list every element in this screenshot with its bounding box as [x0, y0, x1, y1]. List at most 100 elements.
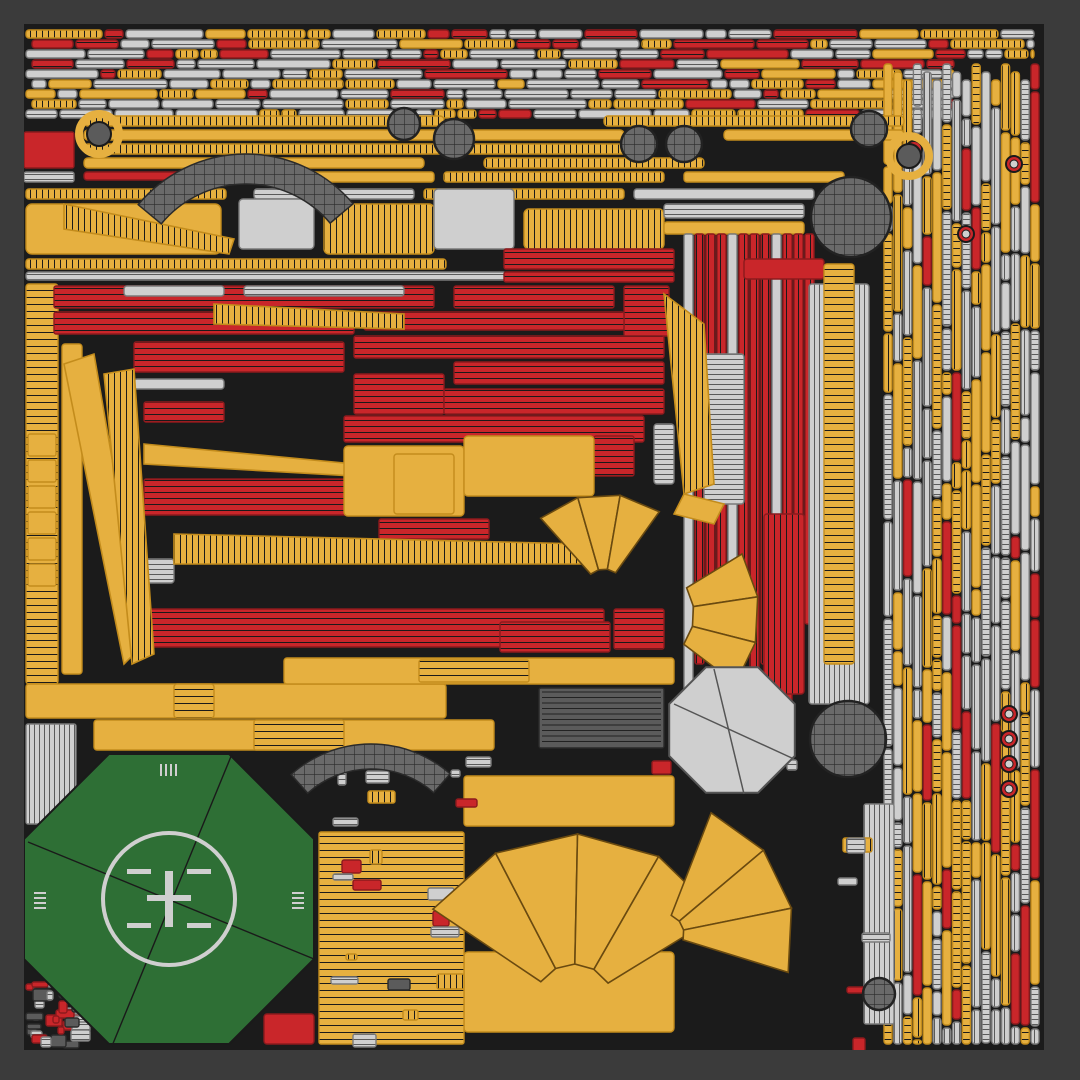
top-part-strip [658, 89, 732, 99]
side-part-strip [951, 625, 962, 730]
top-part-strip [272, 79, 344, 89]
side-part-strip [902, 164, 913, 206]
top-part-strip [151, 39, 215, 49]
gear-hub [1004, 734, 1014, 744]
small-part [837, 877, 858, 886]
top-part-strip [345, 99, 389, 109]
side-part-strip [971, 484, 981, 588]
top-part-strip [25, 49, 86, 59]
side-part-strip [902, 337, 913, 446]
top-part-strip [222, 69, 281, 79]
side-part-strip [981, 183, 991, 231]
side-part-strip [1000, 600, 1011, 690]
small-part [50, 1034, 67, 1048]
side-part-strip [1030, 880, 1040, 985]
side-part-strip [1000, 557, 1011, 599]
side-part-strip [1000, 331, 1011, 407]
runway-light-icon [292, 907, 304, 909]
top-part-strip [216, 39, 247, 49]
red-column [763, 513, 805, 695]
side-part-strip [961, 711, 972, 799]
side-part-strip [932, 938, 942, 990]
uv-layout-canvas [24, 29, 1040, 1050]
small-part [436, 973, 465, 990]
side-part-strip [981, 842, 991, 950]
side-part-strip [902, 796, 913, 844]
mesh-disc [808, 699, 888, 779]
side-part-strip [1010, 872, 1021, 913]
crane-arm [143, 443, 355, 477]
side-part-strip [1030, 486, 1040, 517]
side-part-strip [1010, 253, 1021, 322]
top-part-strip [344, 69, 423, 79]
side-part-strip [932, 793, 942, 885]
top-part-strip [950, 39, 1025, 49]
left-beam [25, 283, 59, 685]
side-part-strip [893, 313, 903, 362]
side-part-strip [922, 669, 932, 723]
top-part-strip [533, 109, 577, 119]
runway-light-icon [34, 902, 46, 904]
top-part-strip [332, 29, 375, 39]
side-part-strip [1000, 282, 1011, 330]
top-part-strip [1004, 49, 1029, 59]
top-part-strip [159, 89, 194, 99]
side-part-strip [961, 531, 972, 612]
runway-light-icon [170, 764, 172, 776]
side-part-strip [1000, 456, 1011, 556]
side-part-strip [971, 126, 981, 206]
white-plate [433, 188, 515, 250]
small-part [365, 770, 390, 784]
side-part-strip [942, 672, 952, 751]
top-part-strip [126, 59, 175, 69]
ring-hub [86, 121, 112, 147]
side-part-strip [932, 659, 942, 691]
top-part-strip [598, 69, 652, 79]
top-part-strip [31, 59, 74, 69]
small-part [64, 1017, 80, 1028]
top-part-strip [396, 79, 432, 89]
side-part-strip [991, 334, 1001, 418]
top-part-strip [79, 89, 158, 99]
top-part-strip [508, 29, 537, 39]
runway-light-icon [292, 897, 304, 899]
top-part-strip [427, 29, 450, 39]
side-part-strip [912, 997, 923, 1038]
top-part-strip [478, 109, 497, 119]
side-part-strip [1000, 1007, 1011, 1045]
side-part-strip [961, 841, 972, 964]
top-part-strip [256, 59, 331, 69]
side-part-strip [883, 333, 893, 393]
side-part-strip [991, 419, 1001, 484]
left-panel [27, 433, 57, 457]
side-part-strip [971, 1009, 981, 1045]
red-hull-panel [503, 248, 675, 270]
top-part-strip [706, 49, 789, 59]
top-part-strip [801, 59, 859, 69]
top-part-strip [446, 89, 464, 99]
top-part-strip [552, 39, 579, 49]
side-part-strip [1030, 330, 1040, 371]
side-part-strip [991, 1009, 1001, 1045]
side-part-strip [1030, 573, 1040, 618]
top-part-strip [780, 89, 816, 99]
red-hull-panel [503, 271, 675, 283]
side-part-strip [1020, 444, 1030, 551]
runway-light-icon [160, 764, 162, 776]
top-part-strip [163, 69, 221, 79]
side-part-strip [922, 802, 932, 880]
gear-hub [1004, 709, 1014, 719]
small-part [57, 1026, 65, 1035]
yellow-strip [683, 171, 845, 183]
top-part-strip [733, 89, 762, 99]
gear-hub [1009, 159, 1019, 169]
side-part-strip [991, 854, 1001, 977]
side-part-strip [951, 462, 962, 489]
side-part-strip [893, 767, 903, 821]
top-part-strip [309, 69, 343, 79]
small-part [341, 859, 362, 874]
side-part-strip [1010, 206, 1021, 252]
side-part-strip [971, 379, 981, 483]
red-hull-panel [353, 373, 445, 415]
yellow-strip [443, 171, 665, 183]
